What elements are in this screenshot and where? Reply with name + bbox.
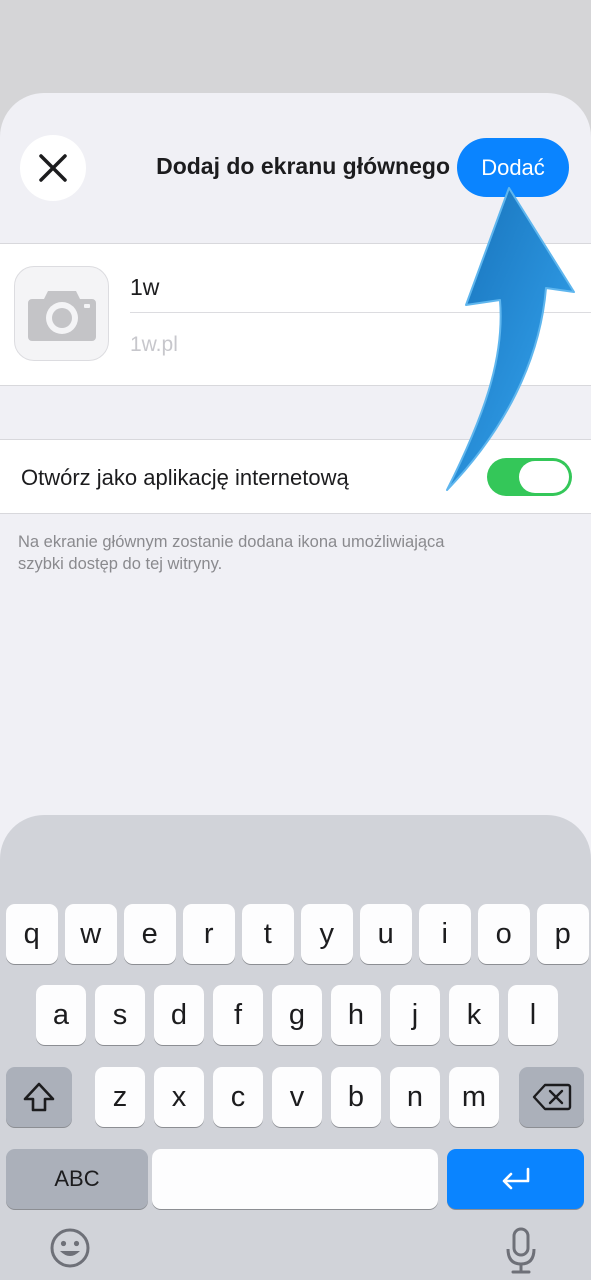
close-button[interactable]: [20, 135, 86, 201]
key-g[interactable]: g: [272, 985, 322, 1045]
dictation-button[interactable]: [504, 1227, 538, 1275]
return-key[interactable]: [447, 1149, 584, 1209]
key-l[interactable]: l: [508, 985, 558, 1045]
key-p[interactable]: p: [537, 904, 589, 964]
microphone-icon: [506, 1227, 536, 1274]
key-i[interactable]: i: [419, 904, 471, 964]
footnote: Na ekranie głównym zostanie dodana ikona…: [18, 533, 445, 573]
key-z[interactable]: z: [95, 1067, 145, 1127]
key-w[interactable]: w: [65, 904, 117, 964]
backspace-key[interactable]: [519, 1067, 584, 1127]
add-button[interactable]: Dodać: [457, 138, 569, 197]
keyboard: qwertyuiop asdfghjkl zxcvbnm ABC: [0, 815, 591, 1280]
toggle-label: Otwórz jako aplikację internetową: [21, 465, 349, 490]
field-divider: [130, 312, 591, 313]
key-j[interactable]: j: [390, 985, 440, 1045]
web-app-switch[interactable]: [487, 458, 572, 496]
emoji-button[interactable]: [49, 1227, 91, 1269]
key-m[interactable]: m: [449, 1067, 499, 1127]
key-o[interactable]: o: [478, 904, 530, 964]
shift-key[interactable]: [6, 1067, 72, 1127]
url-field: 1w.pl: [130, 333, 178, 356]
web-app-toggle-row: Otwórz jako aplikację internetową: [0, 439, 591, 514]
camera-icon: [27, 290, 96, 341]
key-y[interactable]: y: [301, 904, 353, 964]
key-e[interactable]: e: [124, 904, 176, 964]
key-n[interactable]: n: [390, 1067, 440, 1127]
return-icon: [502, 1167, 529, 1190]
app-icon-preview: [14, 266, 109, 361]
key-u[interactable]: u: [360, 904, 412, 964]
key-b[interactable]: b: [331, 1067, 381, 1127]
emoji-icon: [50, 1228, 90, 1268]
backspace-icon: [532, 1083, 571, 1111]
name-field[interactable]: 1w: [130, 274, 159, 301]
key-x[interactable]: x: [154, 1067, 204, 1127]
key-t[interactable]: t: [242, 904, 294, 964]
key-k[interactable]: k: [449, 985, 499, 1045]
close-icon: [39, 154, 67, 182]
abc-key[interactable]: ABC: [6, 1149, 148, 1209]
switch-knob: [519, 461, 569, 493]
key-h[interactable]: h: [331, 985, 381, 1045]
bookmark-card: 1w 1w.pl: [0, 243, 591, 386]
key-q[interactable]: q: [6, 904, 58, 964]
page-title: Dodaj do ekranu głównego: [156, 153, 450, 179]
key-c[interactable]: c: [213, 1067, 263, 1127]
shift-icon: [23, 1082, 55, 1112]
space-key[interactable]: [152, 1149, 438, 1209]
key-s[interactable]: s: [95, 985, 145, 1045]
key-d[interactable]: d: [154, 985, 204, 1045]
key-v[interactable]: v: [272, 1067, 322, 1127]
key-r[interactable]: r: [183, 904, 235, 964]
key-f[interactable]: f: [213, 985, 263, 1045]
key-a[interactable]: a: [36, 985, 86, 1045]
